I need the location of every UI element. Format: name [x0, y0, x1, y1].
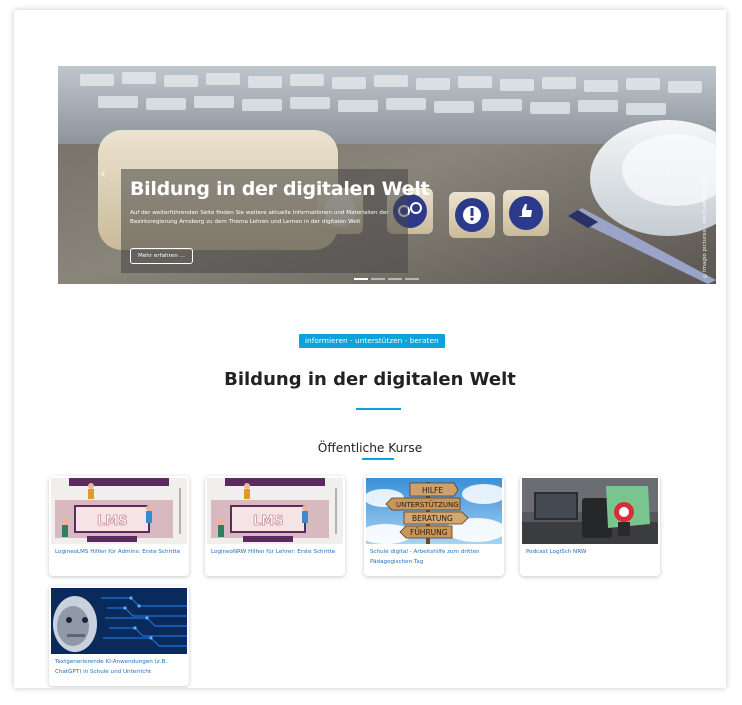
- course-title-link[interactable]: Podcast LogiSch NRW: [526, 548, 656, 558]
- sign-label: UNTERSTÜTZUNG: [396, 500, 459, 509]
- carousel-indicators: [354, 278, 419, 280]
- lms-word: LMS: [97, 514, 128, 529]
- sign-label: HILFE: [422, 486, 443, 495]
- page-title: Bildung in der digitalen Welt: [224, 369, 516, 390]
- tagline-badge: informieren - unterstützen - beraten: [299, 334, 445, 348]
- title-divider: [356, 408, 401, 410]
- section-title: Öffentliche Kurse: [317, 441, 423, 455]
- chevron-left-icon[interactable]: ‹: [96, 166, 110, 182]
- course-thumbnail[interactable]: LMS: [207, 478, 343, 544]
- carousel-indicator[interactable]: [371, 278, 385, 280]
- course-title-link[interactable]: Textgenerierende KI-Anwendungen (z.B. Ch…: [55, 658, 185, 677]
- sign-label: FÜHRUNG: [410, 528, 448, 537]
- hero-caption: Bildung in der digitalen Welt Auf der we…: [121, 169, 430, 273]
- hero-title: Bildung in der digitalen Welt: [130, 178, 430, 200]
- course-title-link[interactable]: LogineoLMS Hilfen für Admins: Erste Schr…: [55, 548, 185, 558]
- hero-carousel[interactable]: ‹ › Bildung in der digitalen Welt Auf de…: [58, 66, 716, 284]
- lms-word: LMS: [253, 514, 284, 529]
- carousel-indicator[interactable]: [354, 278, 368, 280]
- course-card[interactable]: Textgenerierende KI-Anwendungen (z.B. Ch…: [49, 586, 189, 686]
- carousel-indicator[interactable]: [388, 278, 402, 280]
- course-title-link[interactable]: Schule digital - Arbeitshilfe zum dritte…: [370, 548, 500, 567]
- course-thumbnail[interactable]: LMS: [51, 478, 187, 544]
- course-card[interactable]: Podcast LogiSch NRW: [520, 476, 660, 576]
- page: ‹ › Bildung in der digitalen Welt Auf de…: [14, 10, 726, 688]
- section-divider: [362, 458, 394, 460]
- course-thumbnail[interactable]: [51, 588, 187, 654]
- course-thumbnail[interactable]: HILFE UNTERSTÜTZUNG BERATUNG FÜHRUNG: [366, 478, 502, 544]
- course-card[interactable]: HILFE UNTERSTÜTZUNG BERATUNG FÜHRUNG Sch…: [364, 476, 504, 576]
- carousel-indicator[interactable]: [405, 278, 419, 280]
- course-title-link[interactable]: LogineoNRW Hilfen für Lehrer: Erste Schr…: [211, 548, 341, 558]
- course-card[interactable]: LMS LogineoLMS Hilfen für Admins: Erste …: [49, 476, 189, 576]
- course-thumbnail[interactable]: [522, 478, 658, 544]
- image-credit: ©Imagio pictures - stock.adobe.com: [702, 177, 708, 278]
- hero-text: Auf der weiterführenden Seite finden Sie…: [130, 210, 389, 225]
- course-card[interactable]: LMS LogineoNRW Hilfen für Lehrer: Erste …: [205, 476, 345, 576]
- mehr-erfahren-button[interactable]: Mehr erfahren ...: [130, 248, 193, 264]
- chevron-right-icon[interactable]: ›: [661, 166, 675, 182]
- sign-label: BERATUNG: [412, 514, 453, 523]
